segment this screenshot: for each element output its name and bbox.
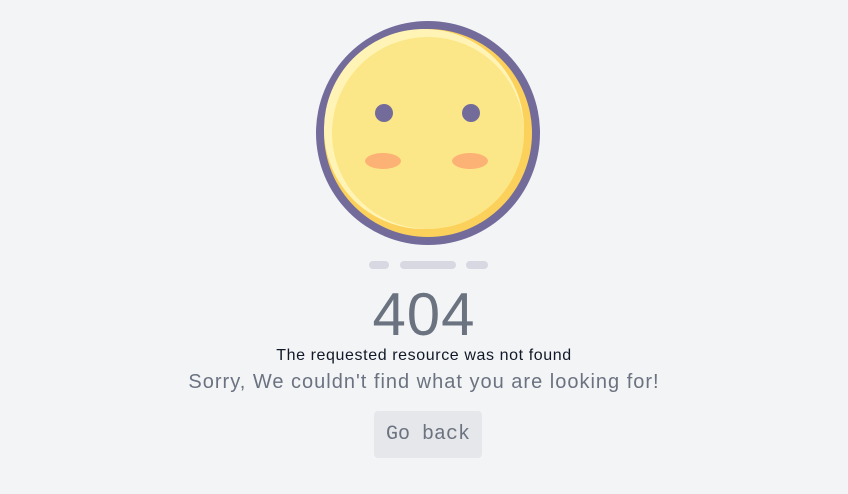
loader-dot-right	[466, 261, 488, 269]
face-fill	[332, 37, 524, 229]
left-cheek	[365, 153, 401, 169]
not-found-page: 404 The requested resource was not found…	[0, 0, 848, 494]
loader-dot-left	[369, 261, 389, 269]
error-code: 404	[372, 281, 476, 348]
sad-face-icon	[316, 21, 540, 269]
left-eye-icon	[375, 104, 393, 122]
loader-bar-center	[400, 261, 456, 269]
error-message: The requested resource was not found	[276, 347, 572, 364]
go-back-button[interactable]: Go back	[374, 411, 482, 458]
error-description: Sorry, We couldn't find what you are loo…	[188, 371, 660, 393]
right-cheek	[452, 153, 488, 169]
sad-face-illustration	[313, 18, 543, 278]
right-eye-icon	[462, 104, 480, 122]
